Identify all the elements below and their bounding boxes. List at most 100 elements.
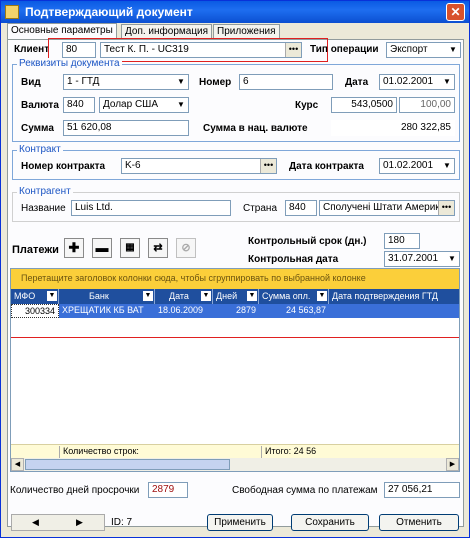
apply-button[interactable]: Применить xyxy=(207,514,273,531)
column-header-days[interactable]: Дней ▼ xyxy=(213,289,259,304)
detach-icon[interactable]: ⊘ xyxy=(176,238,196,258)
column-header-confirm-date-label: Дата подтверждения ГТД xyxy=(332,291,438,301)
doc-number-label: Номер xyxy=(199,77,232,88)
app-icon xyxy=(5,5,19,19)
contract-group: Контракт Номер контракта K-6 ••• Дата ко… xyxy=(12,144,460,180)
contract-number-value: K-6 xyxy=(125,160,141,171)
counterparty-name-field[interactable]: Luis Ltd. xyxy=(71,200,231,216)
chevron-down-icon[interactable]: ▼ xyxy=(174,75,188,89)
op-type-value: Экспорт xyxy=(390,44,428,55)
country-name-field[interactable]: Сполучені Штати Америки ••• xyxy=(319,200,455,216)
red-divider xyxy=(11,337,459,338)
column-header-mfo[interactable]: МФО ▼ xyxy=(11,289,59,304)
scroll-right-icon[interactable]: ▶ xyxy=(446,458,459,471)
filter-icon[interactable]: ▼ xyxy=(201,291,211,301)
currency-select[interactable]: Долар США ▼ xyxy=(99,97,189,113)
cell-days[interactable]: 2879 xyxy=(213,304,259,318)
column-header-sum[interactable]: Сумма опл. ▼ xyxy=(259,289,329,304)
control-term-label: Контрольный срок (дн.) xyxy=(248,236,367,247)
title-bar: Подтверждающий документ ✕ xyxy=(1,1,469,23)
main-panel: Клиент 80 Тест К. П. - UC319 ••• Тип опе… xyxy=(7,38,464,527)
rate-scale-field[interactable]: 100,00 xyxy=(399,97,455,113)
country-name-value: Сполучені Штати Америки xyxy=(323,202,446,213)
contract-group-title: Контракт xyxy=(17,144,63,155)
overdue-days-label: Количество дней просрочки xyxy=(10,485,140,496)
chevron-down-icon[interactable]: ▼ xyxy=(445,252,459,266)
remove-payment-button[interactable]: ▬ xyxy=(92,238,112,258)
counterparty-group: Контрагент Название Luis Ltd. Страна 840… xyxy=(12,186,460,222)
grid-header: МФО ▼ Банк ▼ Дата ▼ Дней ▼ Сумма опл. ▼ Дата … xyxy=(11,289,459,304)
control-date-field[interactable]: 31.07.2001 ▼ xyxy=(384,251,460,267)
column-header-sum-label: Сумма опл. xyxy=(262,291,311,301)
country-lookup-button[interactable]: ••• xyxy=(438,201,454,215)
cancel-button[interactable]: Отменить xyxy=(379,514,459,531)
rate-label: Курс xyxy=(295,100,319,111)
column-header-mfo-label: МФО xyxy=(14,291,36,301)
column-header-confirm-date[interactable]: Дата подтверждения ГТД xyxy=(329,289,459,304)
close-button[interactable]: ✕ xyxy=(446,3,465,21)
sum-nat-label: Сумма в нац. валюте xyxy=(203,123,308,134)
column-header-bank[interactable]: Банк ▼ xyxy=(59,289,155,304)
cell-date[interactable]: 18.06.2009 xyxy=(155,304,213,318)
table-row[interactable]: 300334 ХРЕЩАТИК КБ ВАТ 18.06.2009 2879 2… xyxy=(11,304,459,318)
chevron-down-icon[interactable]: ▼ xyxy=(446,43,460,57)
filter-icon[interactable]: ▼ xyxy=(317,291,327,301)
footer-row-count: Количество строк: xyxy=(59,446,259,458)
filter-icon[interactable]: ▼ xyxy=(247,291,257,301)
sum-nat-field: 280 322,85 xyxy=(331,120,455,136)
save-button[interactable]: Сохранить xyxy=(291,514,369,531)
column-header-date[interactable]: Дата ▼ xyxy=(155,289,213,304)
doc-number-field[interactable]: 6 xyxy=(239,74,333,90)
scroll-thumb[interactable] xyxy=(25,459,230,470)
control-term-field[interactable]: 180 xyxy=(384,233,420,249)
doc-type-select[interactable]: 1 - ГТД ▼ xyxy=(63,74,189,90)
contract-number-field[interactable]: K-6 ••• xyxy=(121,158,277,174)
next-record-icon[interactable]: ▶ xyxy=(76,517,83,528)
chevron-down-icon[interactable]: ▼ xyxy=(440,75,454,89)
op-type-label: Тип операции xyxy=(310,44,379,55)
scroll-left-icon[interactable]: ◀ xyxy=(11,458,24,471)
doc-date-field[interactable]: 01.02.2001 ▼ xyxy=(379,74,455,90)
cell-sum[interactable]: 24 563,87 xyxy=(259,304,329,318)
record-id: ID: 7 xyxy=(111,517,133,528)
link-payment-icon[interactable]: ⇄ xyxy=(148,238,168,258)
document-group-title: Реквизиты документа xyxy=(17,58,122,69)
counterparty-group-title: Контрагент xyxy=(17,186,73,197)
filter-icon[interactable]: ▼ xyxy=(47,291,57,301)
cell-mfo[interactable]: 300334 xyxy=(11,304,59,318)
cell-bank[interactable]: ХРЕЩАТИК КБ ВАТ xyxy=(59,304,155,318)
overdue-days-field[interactable]: 2879 xyxy=(148,482,188,498)
free-sum-field[interactable]: 27 056,21 xyxy=(384,482,460,498)
currency-name-value: Долар США xyxy=(103,99,159,110)
add-payment-button[interactable]: ✚ xyxy=(64,238,84,258)
doc-type-label: Вид xyxy=(21,77,41,88)
window-title: Подтверждающий документ xyxy=(25,5,193,19)
rate-field[interactable]: 543,0500 xyxy=(331,97,397,113)
control-date-value: 31.07.2001 xyxy=(388,253,439,264)
contract-date-field[interactable]: 01.02.2001 ▼ xyxy=(379,158,455,174)
chevron-down-icon[interactable]: ▼ xyxy=(174,98,188,112)
filter-icon[interactable]: ▼ xyxy=(143,291,153,301)
group-by-hint: Перетащите заголовок колонки сюда, чтобы… xyxy=(11,269,459,289)
country-label: Страна xyxy=(243,203,278,214)
column-header-days-label: Дней xyxy=(216,291,238,301)
sum-field[interactable]: 51 620,08 xyxy=(63,120,189,136)
horizontal-scrollbar[interactable]: ◀ ▶ xyxy=(11,458,459,471)
contract-lookup-button[interactable]: ••• xyxy=(260,159,276,173)
control-date-label: Контрольная дата xyxy=(248,254,339,265)
payments-grid: Перетащите заголовок колонки сюда, чтобы… xyxy=(10,268,460,472)
op-type-select[interactable]: Экспорт ▼ xyxy=(386,42,461,58)
doc-date-label: Дата xyxy=(345,77,369,88)
chevron-down-icon[interactable]: ▼ xyxy=(440,159,454,173)
cell-confirm-date[interactable] xyxy=(329,304,459,318)
column-header-date-label: Дата xyxy=(169,291,189,301)
grid-footer: Количество строк: Итого: 24 56 xyxy=(11,444,459,458)
calendar-icon[interactable]: ▦ xyxy=(120,238,140,258)
contract-number-label: Номер контракта xyxy=(21,161,106,172)
currency-code-field[interactable]: 840 xyxy=(63,97,95,113)
prev-record-icon[interactable]: ◀ xyxy=(32,517,39,528)
column-header-bank-label: Банк xyxy=(89,291,109,301)
contract-date-value: 01.02.2001 xyxy=(383,160,434,171)
country-code-field[interactable]: 840 xyxy=(285,200,317,216)
client-label: Клиент xyxy=(14,44,50,55)
